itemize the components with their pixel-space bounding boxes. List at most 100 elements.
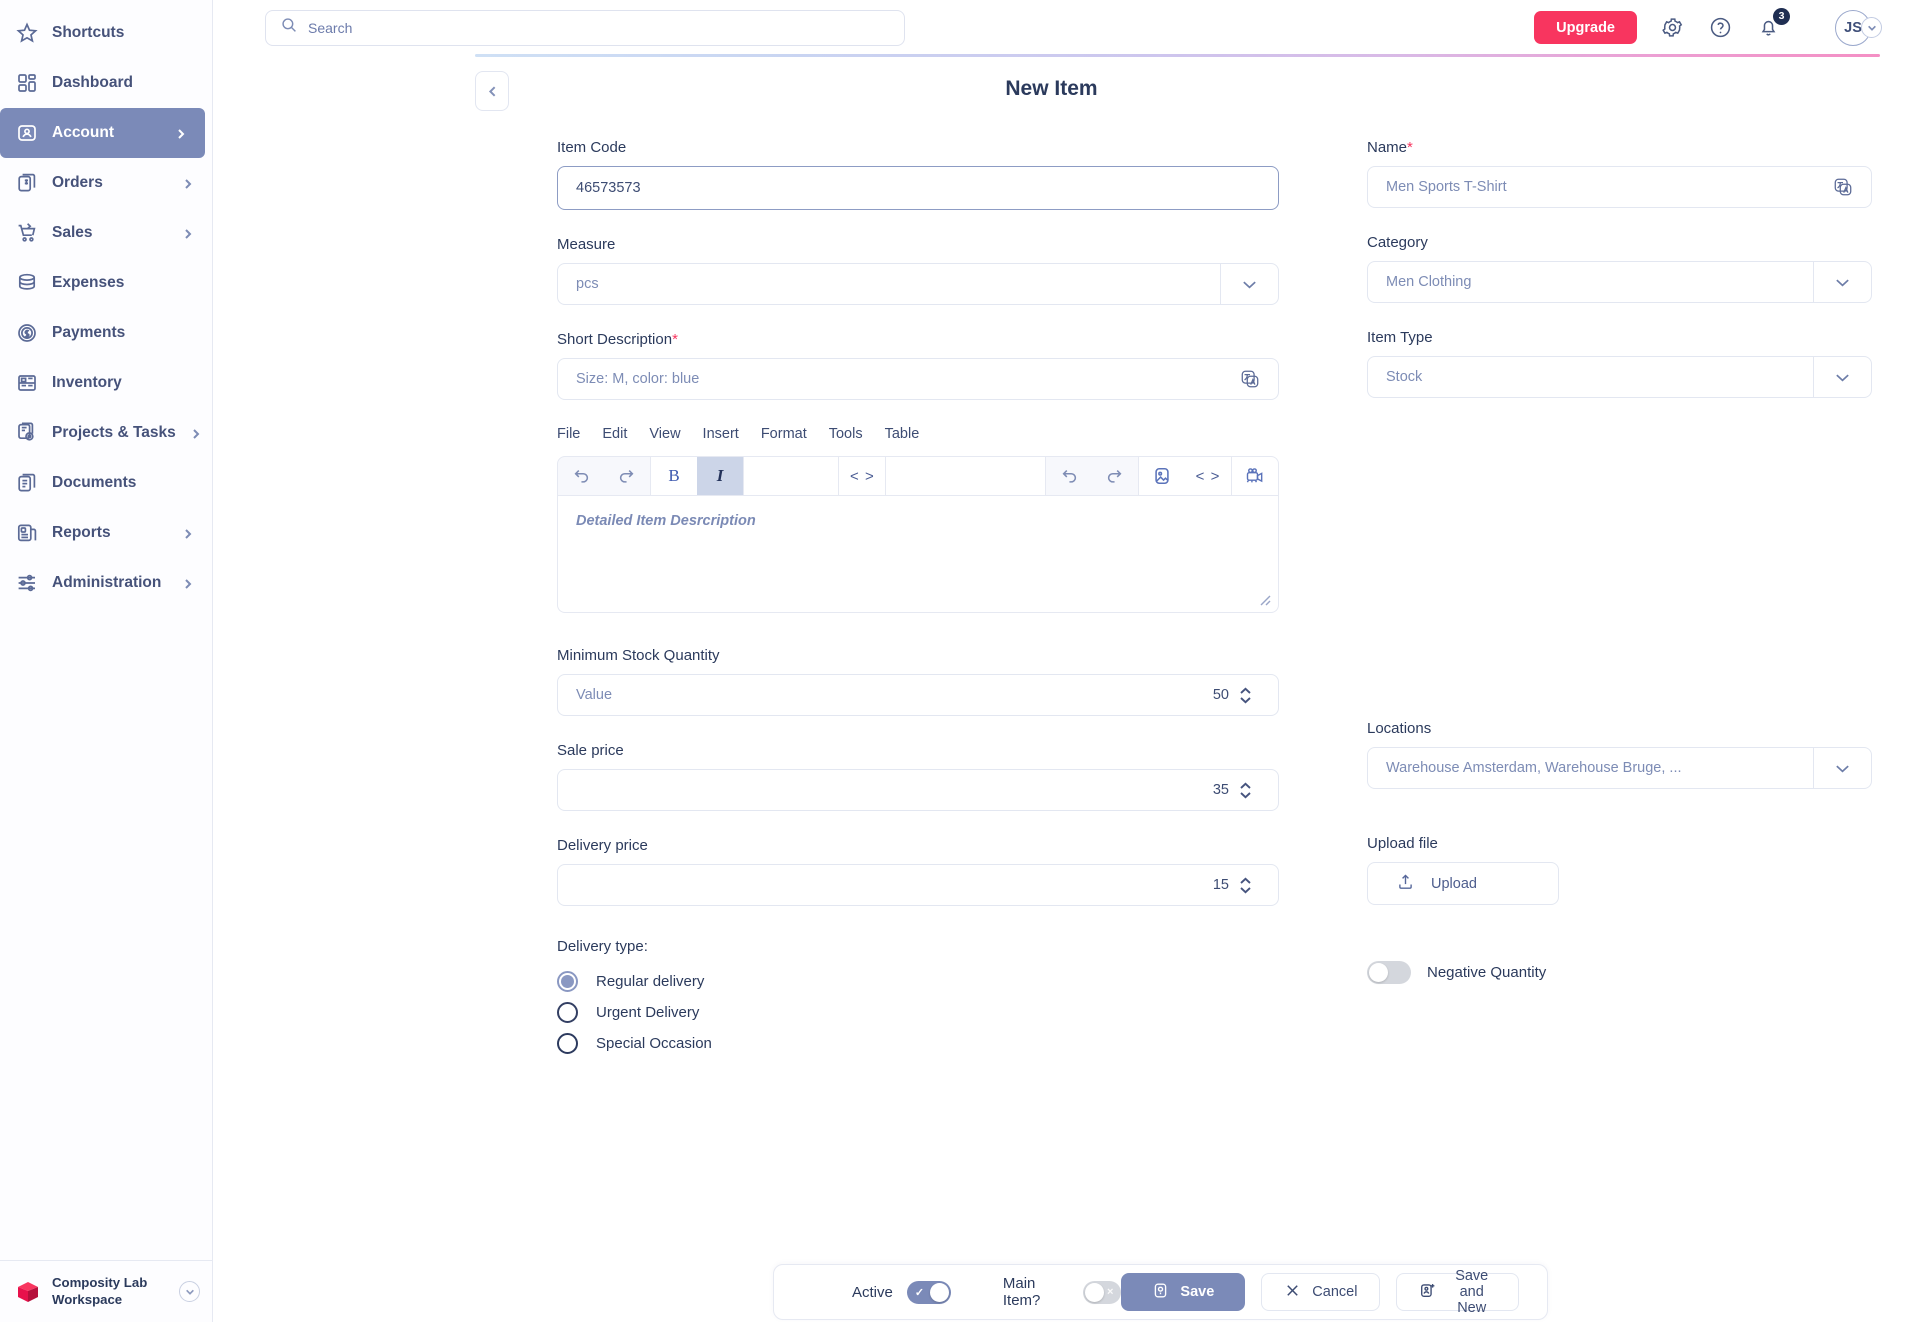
minimum-stock-quantity-input[interactable]: Value 50 [557,674,1279,716]
document-icon [16,472,38,494]
editor-menu-tools[interactable]: Tools [829,426,863,442]
item-type-label: Item Type [1367,329,1433,346]
back-button[interactable] [475,71,509,111]
sidebar-item-administration[interactable]: Administration [0,558,212,608]
chevron-right-icon[interactable] [182,177,194,189]
radio-indicator[interactable] [557,1002,578,1023]
stepper-updown-icon[interactable] [1239,877,1252,894]
redo-icon[interactable] [1092,457,1138,495]
bell-icon[interactable]: 3 [1755,7,1790,41]
item-type-select[interactable]: Stock [1367,356,1872,398]
measure-select[interactable]: pcs [557,263,1279,305]
search-input[interactable]: Search [265,9,905,46]
editor-menu-file[interactable]: File [557,426,580,442]
translate-icon[interactable] [1240,369,1260,389]
upload-button[interactable]: Upload [1367,862,1559,905]
undo-icon[interactable] [1046,457,1092,495]
bold-icon[interactable]: B [651,457,697,495]
sale-price-label: Sale price [557,742,624,759]
sidebar-item-reports[interactable]: Reports [0,508,212,558]
chevron-right-icon[interactable] [182,577,194,589]
action-buttons: Save Cancel Save and New [1121,1268,1519,1316]
gear-icon[interactable] [1659,15,1685,41]
image-icon[interactable] [1139,457,1185,495]
chevron-down-icon[interactable] [1813,357,1871,397]
chevron-right-icon[interactable] [175,127,187,139]
item-code-input[interactable]: 46573573 [557,166,1279,210]
editor-menu-edit[interactable]: Edit [602,426,627,442]
code-icon[interactable]: < > [839,457,885,495]
sidebar-item-documents[interactable]: Documents [0,458,212,508]
form-action-bar: Active ✓ Main Item? × Save Cancel Save a… [773,1264,1548,1320]
radio-indicator[interactable] [557,971,578,992]
upload-file-label: Upload file [1367,835,1438,852]
sidebar-item-account[interactable]: Account [0,108,205,158]
redo-icon[interactable] [604,457,650,495]
save-button[interactable]: Save [1121,1273,1246,1311]
coin-icon [16,322,38,344]
italic-icon[interactable]: I [697,457,743,495]
resize-handle-icon[interactable] [1257,592,1271,606]
save-and-new-button[interactable]: Save and New [1396,1268,1519,1316]
chevron-right-icon[interactable] [182,527,194,539]
chevron-right-icon[interactable] [182,227,194,239]
sidebar-item-projects-tasks[interactable]: Projects & Tasks [0,408,212,458]
chevron-right-icon[interactable] [190,427,202,439]
code-icon[interactable]: < > [1185,457,1231,495]
sidebar-item-sales[interactable]: Sales [0,208,212,258]
editor-menu-table[interactable]: Table [885,426,920,442]
chevron-down-icon[interactable] [1813,262,1871,302]
search-placeholder: Search [308,19,353,36]
cancel-button[interactable]: Cancel [1261,1273,1381,1311]
sidebar-item-dashboard[interactable]: Dashboard [0,58,212,108]
item-code-value: 46573573 [576,180,641,196]
stepper-updown-icon[interactable] [1239,782,1252,799]
cross-mark: × [1106,1286,1114,1298]
category-select[interactable]: Men Clothing [1367,261,1872,303]
page-title: New Item [1005,77,1098,100]
sidebar-item-shortcuts[interactable]: Shortcuts [0,8,212,58]
chevron-down-icon[interactable] [179,1281,200,1302]
editor-textarea[interactable]: Detailed Item Desrcription [557,496,1279,613]
sidebar-item-orders[interactable]: Orders [0,158,212,208]
sidebar: Shortcuts Dashboard Account Orders Sales Expe… [0,0,213,1322]
locations-select[interactable]: Warehouse Amsterdam, Warehouse Bruge, ..… [1367,747,1872,789]
main-item-toggle[interactable]: × [1082,1280,1122,1304]
upgrade-button[interactable]: Upgrade [1534,11,1637,44]
sidebar-item-label: Account [52,124,114,141]
question-circle-icon[interactable] [1707,15,1733,41]
short-description-input[interactable]: Size: M, color: blue [557,358,1279,400]
stepper-updown-icon[interactable] [1239,687,1252,704]
sale-price-input[interactable]: 35 [557,769,1279,811]
name-input[interactable]: Men Sports T-Shirt [1367,166,1872,208]
radio-urgent-delivery[interactable]: Urgent Delivery [557,1002,1279,1023]
negative-quantity-toggle[interactable] [1367,961,1411,984]
sidebar-item-label: Inventory [52,374,122,391]
undo-icon[interactable] [558,457,604,495]
active-toggle[interactable]: ✓ [906,1280,951,1304]
editor-menu-format[interactable]: Format [761,426,807,442]
field-name: Name* Men Sports T-Shirt [1367,139,1872,208]
sidebar-item-inventory[interactable]: Inventory [0,358,212,408]
composity-logo [14,1278,42,1306]
radio-special-occasion[interactable]: Special Occasion [557,1033,1279,1054]
chevron-down-icon[interactable] [1220,264,1278,304]
dashboard-icon [16,72,38,94]
editor-menu-view[interactable]: View [649,426,680,442]
video-camera-icon[interactable] [1232,457,1278,495]
radio-regular-delivery[interactable]: Regular delivery [557,971,1279,992]
main-item-toggle-group: Main Item? × [1003,1275,1122,1309]
radio-indicator[interactable] [557,1033,578,1054]
sidebar-item-payments[interactable]: Payments [0,308,212,358]
chevron-down-icon[interactable] [1861,17,1882,38]
reports-icon [16,522,38,544]
workspace-switcher[interactable]: Composity Lab Workspace [0,1260,212,1322]
delivery-price-input[interactable]: 15 [557,864,1279,906]
translate-icon[interactable] [1833,177,1853,197]
delivery-type-title: Delivery type: [557,938,648,955]
editor-menu-insert[interactable]: Insert [703,426,739,442]
sidebar-item-expenses[interactable]: Expenses [0,258,212,308]
chevron-down-icon[interactable] [1813,748,1871,788]
avatar[interactable]: JS [1835,9,1882,46]
cart-icon [16,222,38,244]
